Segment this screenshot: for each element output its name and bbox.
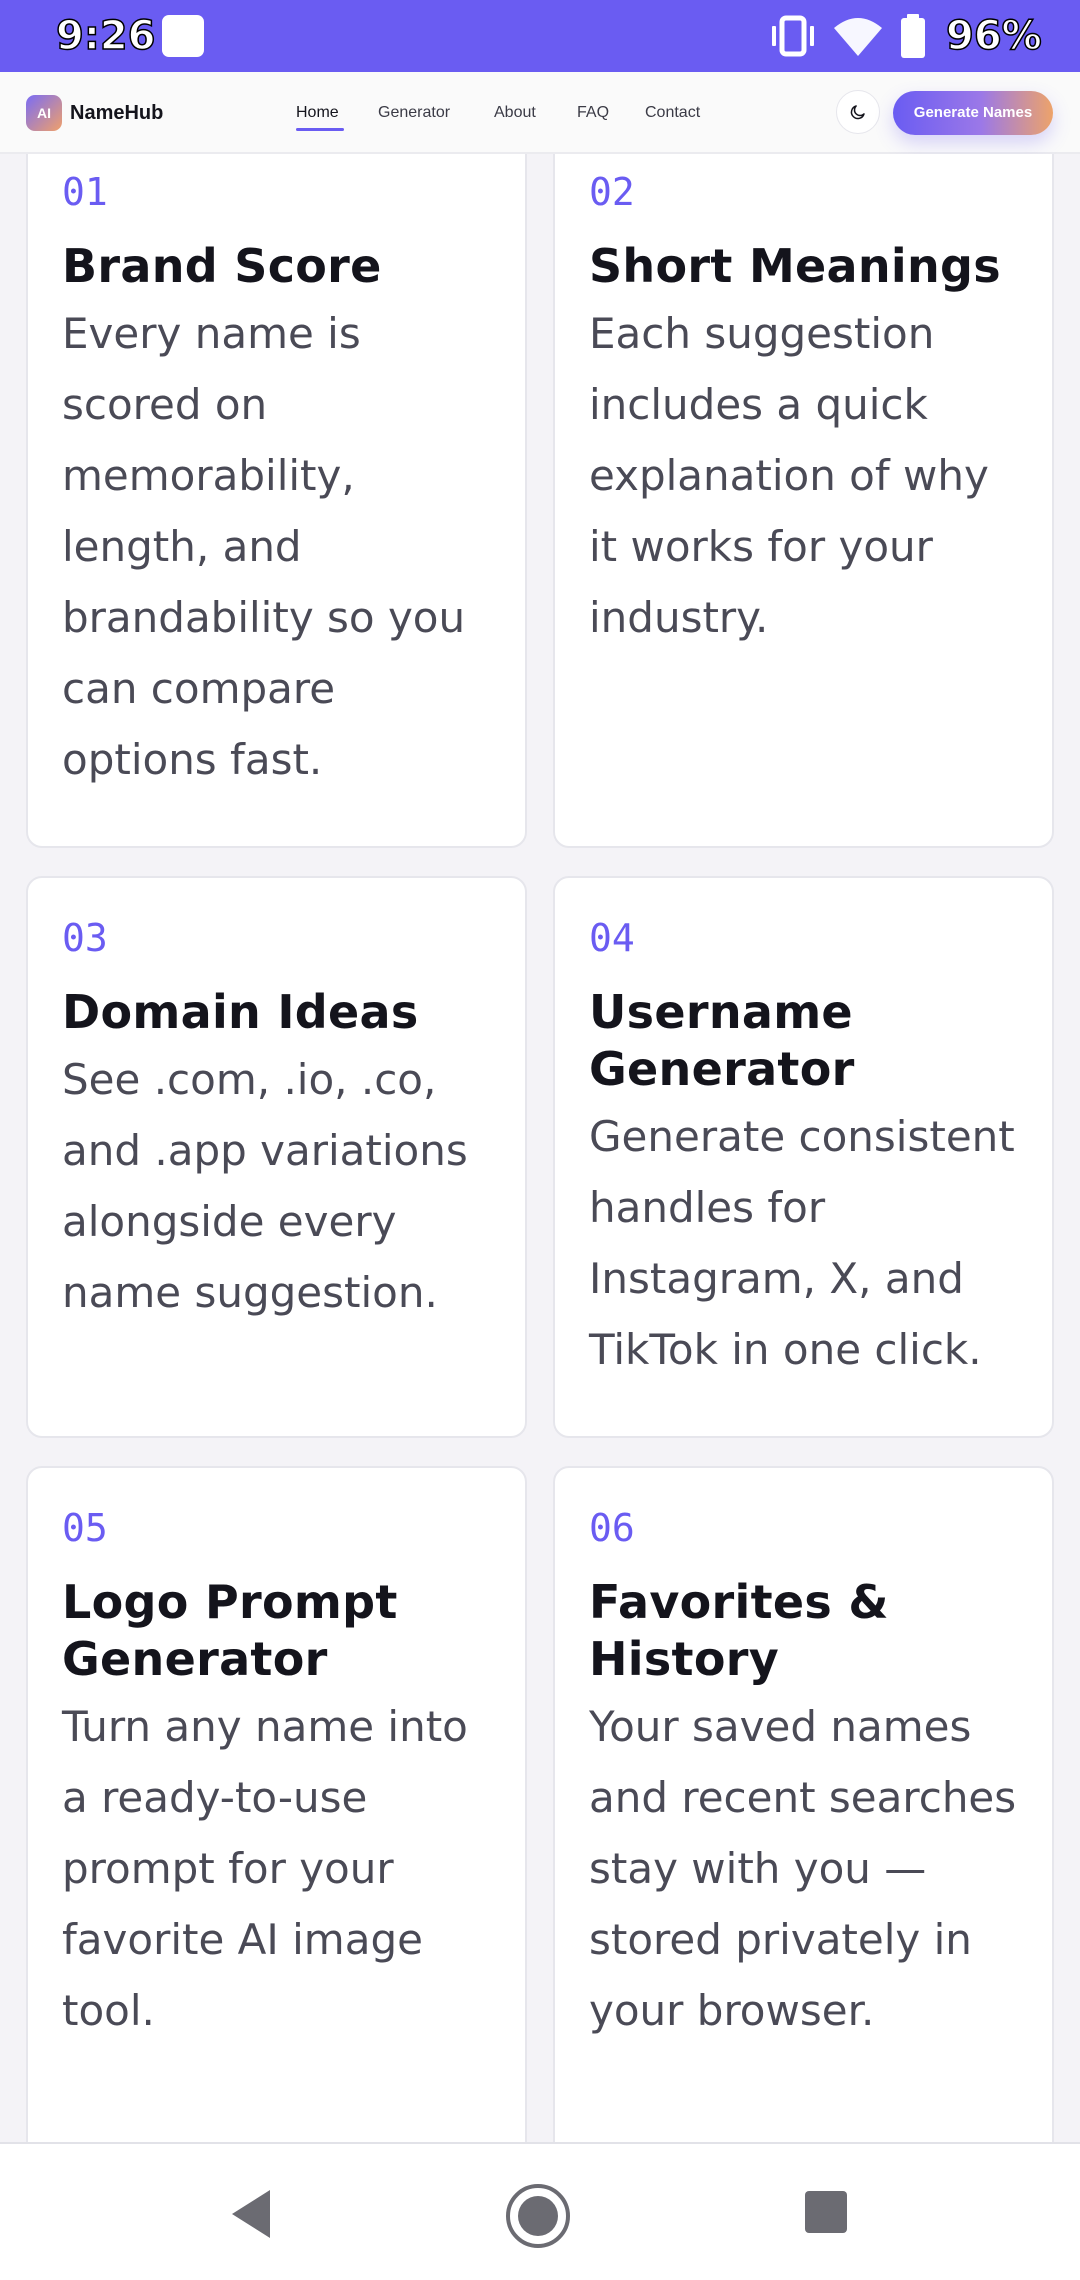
feature-card: 03 Domain Ideas See .com, .io, .co, and … — [26, 876, 527, 1438]
feature-title: Favorites & History — [589, 1575, 889, 1686]
feature-number: 03 — [62, 916, 108, 960]
feature-card: 05 Logo Prompt Generator Turn any name i… — [26, 1466, 527, 2142]
theme-toggle-button[interactable] — [836, 90, 880, 134]
feature-number: 02 — [589, 170, 635, 214]
brand-name[interactable]: NameHub — [70, 97, 163, 129]
feature-number: 04 — [589, 916, 635, 960]
feature-description: Turn any name into a ready-to-use prompt… — [62, 1702, 468, 2035]
back-icon[interactable] — [226, 2186, 274, 2242]
feature-description: Each suggestion includes a quick explana… — [589, 309, 989, 642]
feature-number: 05 — [62, 1506, 108, 1550]
nav-generator[interactable]: Generator — [378, 99, 450, 127]
feature-card: 06 Favorites & History Your saved names … — [553, 1466, 1054, 2142]
app-notification-icon — [162, 15, 204, 57]
nav-active-indicator — [296, 128, 344, 131]
feature-title: Brand Score — [62, 239, 382, 293]
battery-icon — [901, 14, 925, 58]
feature-description: Your saved names and recent searches sta… — [589, 1702, 1017, 2035]
feature-card: 02 Short Meanings Each suggestion includ… — [553, 154, 1054, 848]
feature-number: 01 — [62, 170, 108, 214]
nav-home[interactable]: Home — [296, 99, 339, 127]
feature-title: Username Generator — [589, 985, 855, 1096]
feature-description: Generate consistent handles for Instagra… — [589, 1112, 1015, 1374]
battery-percentage: 96% — [945, 12, 1042, 60]
moon-icon — [850, 105, 865, 120]
features-section: 01 Brand Score Every name is scored on m… — [0, 154, 1080, 2142]
nav-faq[interactable]: FAQ — [577, 99, 609, 127]
feature-description: See .com, .io, .co, and .app variations … — [62, 1055, 468, 1317]
status-bar: 9:26 96% — [0, 0, 1080, 72]
nav-about[interactable]: About — [494, 99, 536, 127]
generate-names-button[interactable]: Generate Names — [893, 91, 1053, 135]
feature-number: 06 — [589, 1506, 635, 1550]
site-header: AI NameHub Home Generator About FAQ Cont… — [0, 72, 1080, 154]
feature-title: Logo Prompt Generator — [62, 1575, 398, 1686]
status-time: 9:26 — [55, 12, 156, 60]
nav-contact[interactable]: Contact — [645, 99, 700, 127]
home-icon[interactable] — [504, 2182, 572, 2250]
feature-card: 04 Username Generator Generate consisten… — [553, 876, 1054, 1438]
logo-badge[interactable]: AI — [26, 95, 62, 131]
feature-title: Short Meanings — [589, 239, 1001, 293]
feature-title: Domain Ideas — [62, 985, 419, 1039]
system-navigation-bar — [0, 2142, 1080, 2280]
vibrate-icon — [772, 15, 814, 57]
wifi-icon — [834, 18, 882, 56]
recents-icon[interactable] — [803, 2189, 849, 2235]
feature-description: Every name is scored on memorability, le… — [62, 309, 466, 784]
feature-card: 01 Brand Score Every name is scored on m… — [26, 154, 527, 848]
